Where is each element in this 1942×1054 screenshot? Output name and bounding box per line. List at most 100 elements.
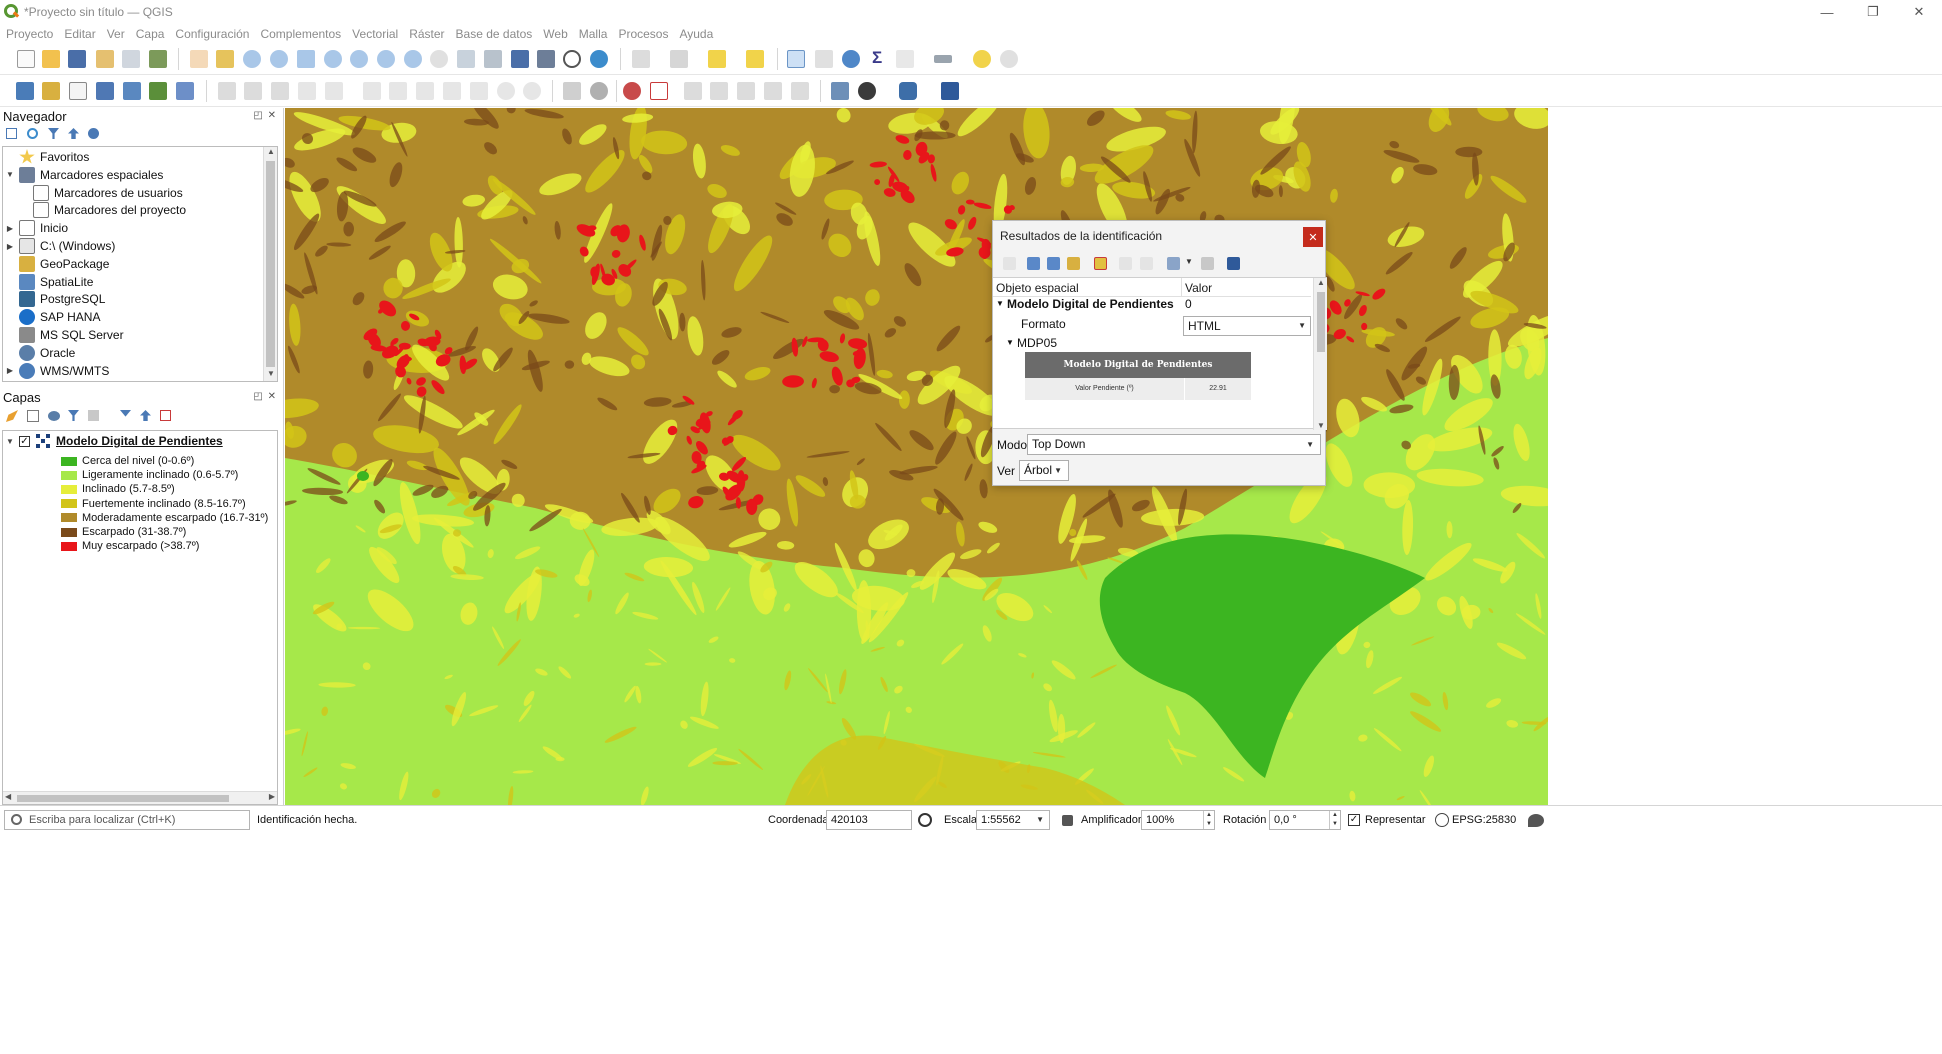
- sublayer-name[interactable]: MDP05: [1017, 336, 1057, 350]
- layout-manager-icon[interactable]: [122, 50, 140, 68]
- zoom-out-icon[interactable]: [270, 50, 288, 68]
- col-value-header[interactable]: Valor: [1185, 281, 1212, 295]
- select-location-icon[interactable]: [746, 50, 764, 68]
- expand-all-icon[interactable]: [120, 410, 131, 417]
- minimize-button[interactable]: —: [1804, 0, 1850, 24]
- tree-expander-icon[interactable]: ▶: [5, 366, 15, 375]
- add-group-icon[interactable]: [27, 410, 39, 422]
- save-project-icon[interactable]: [68, 50, 86, 68]
- legend-item[interactable]: Escarpado (31-38.7º): [61, 525, 186, 539]
- modify-attributes-icon[interactable]: [363, 82, 381, 100]
- refresh-icon[interactable]: [590, 50, 608, 68]
- measure-icon[interactable]: [934, 55, 952, 63]
- collapse-all-layers-icon[interactable]: [140, 410, 151, 421]
- scale-select[interactable]: 1:55562 ▼: [976, 810, 1050, 830]
- processing-toolbox-icon[interactable]: [842, 50, 860, 68]
- move-label-icon[interactable]: [737, 82, 755, 100]
- delete-selected-icon[interactable]: [389, 82, 407, 100]
- layer-visibility-checkbox[interactable]: ✓: [19, 435, 30, 447]
- properties-info-icon[interactable]: [88, 128, 99, 139]
- new-print-layout-icon[interactable]: [96, 50, 114, 68]
- identify-close-button[interactable]: ✕: [1303, 227, 1323, 247]
- open-styling-icon[interactable]: [6, 410, 18, 422]
- cut-features-icon[interactable]: [416, 82, 434, 100]
- navigator-item[interactable]: ▶ C:\ (Windows): [5, 237, 115, 255]
- style-manager-icon[interactable]: [149, 50, 167, 68]
- print-response-icon[interactable]: [1140, 257, 1153, 270]
- menu-proyecto[interactable]: Proyecto: [6, 27, 53, 41]
- show-bookmarks-icon[interactable]: [537, 50, 555, 68]
- zoom-to-selection-icon[interactable]: [324, 50, 342, 68]
- current-edits-icon[interactable]: [218, 82, 236, 100]
- navigator-item[interactable]: ▶ Inicio: [5, 219, 68, 237]
- identify-results-tree[interactable]: Objeto espacial Valor ▼ Modelo Digital d…: [993, 277, 1327, 430]
- pan-to-selection-icon[interactable]: [216, 50, 234, 68]
- messages-icon[interactable]: [1528, 814, 1544, 827]
- navigator-item[interactable]: ▼ Marcadores espaciales: [5, 166, 163, 184]
- navigator-item[interactable]: Marcadores de usuarios: [19, 184, 183, 202]
- menu-procesos[interactable]: Procesos: [618, 27, 668, 41]
- result-layer-name[interactable]: Modelo Digital de Pendientes: [1007, 297, 1174, 311]
- identify-scrollbar[interactable]: ▲ ▼: [1313, 278, 1327, 430]
- rotation-spin-icon[interactable]: ▲ ▼: [1329, 811, 1340, 829]
- layers-hscrollbar[interactable]: ◀ ▶: [3, 791, 277, 804]
- paste-features-icon[interactable]: [470, 82, 488, 100]
- save-edits-icon[interactable]: [271, 82, 289, 100]
- copy-features-icon[interactable]: [443, 82, 461, 100]
- magnifier-spin-icon[interactable]: ▲ ▼: [1203, 811, 1214, 829]
- new-geopackage-icon[interactable]: [42, 82, 60, 100]
- vertex-tool-icon[interactable]: [325, 82, 343, 100]
- pan-map-icon[interactable]: [190, 50, 208, 68]
- tree-expander-icon[interactable]: ▶: [5, 224, 15, 233]
- layers-panel-controls[interactable]: ◰ ✕: [253, 391, 277, 402]
- refresh-navigator-icon[interactable]: [27, 128, 38, 139]
- toggle-editing-icon[interactable]: [244, 82, 262, 100]
- map-canvas[interactable]: [285, 108, 1548, 805]
- coordinate-field[interactable]: 420103 4516200: [826, 810, 912, 844]
- menu-base-de-datos[interactable]: Base de datos: [456, 27, 533, 41]
- navigator-item[interactable]: Favoritos: [5, 148, 89, 166]
- add-spatialite-icon[interactable]: [123, 82, 141, 100]
- render-checkbox[interactable]: ✓: [1348, 814, 1360, 826]
- help-icon[interactable]: [941, 82, 959, 100]
- layer-name[interactable]: Modelo Digital de Pendientes: [56, 434, 223, 448]
- open-project-icon[interactable]: [42, 50, 60, 68]
- navigator-item[interactable]: Marcadores del proyecto: [19, 201, 186, 219]
- menu-vectorial[interactable]: Vectorial: [352, 27, 398, 41]
- add-delimited-text-icon[interactable]: [96, 82, 114, 100]
- python-console-icon[interactable]: [899, 82, 917, 100]
- open-form-icon[interactable]: [1003, 257, 1016, 270]
- crs-button[interactable]: EPSG:25830: [1452, 814, 1516, 826]
- new-bookmark-icon[interactable]: [511, 50, 529, 68]
- menu-complementos[interactable]: Complementos: [260, 27, 341, 41]
- identify-settings-icon[interactable]: [1201, 257, 1214, 270]
- shape-digitizing-icon[interactable]: [590, 82, 608, 100]
- undo-icon[interactable]: [497, 82, 515, 100]
- select-by-value-icon[interactable]: [670, 50, 688, 68]
- menu-raster[interactable]: Ráster: [409, 27, 444, 41]
- manage-map-themes-icon[interactable]: [48, 411, 60, 421]
- change-label-icon[interactable]: [791, 82, 809, 100]
- new-map-view-icon[interactable]: [457, 50, 475, 68]
- rotate-label-icon[interactable]: [764, 82, 782, 100]
- deselect-features-icon[interactable]: [708, 50, 726, 68]
- menu-capa[interactable]: Capa: [136, 27, 165, 41]
- view-select[interactable]: Árbol ▼: [1019, 460, 1069, 481]
- statistics-icon[interactable]: Σ: [869, 48, 887, 68]
- copy-feature-icon[interactable]: [1119, 257, 1132, 270]
- attribute-table-icon[interactable]: [815, 50, 833, 68]
- legend-item[interactable]: Moderadamente escarpado (16.7-31º): [61, 511, 268, 525]
- filter-navigator-icon[interactable]: [48, 128, 59, 139]
- identify-features-icon[interactable]: [787, 50, 805, 68]
- pin-labels-icon[interactable]: [684, 82, 702, 100]
- zoom-next-icon[interactable]: [430, 50, 448, 68]
- legend-item[interactable]: Muy escarpado (>38.7º): [61, 539, 199, 553]
- zoom-full-icon[interactable]: [297, 50, 315, 68]
- expand-new-results-icon[interactable]: [1067, 257, 1080, 270]
- temporal-controller-icon[interactable]: [563, 50, 581, 68]
- legend-item[interactable]: Inclinado (5.7-8.5º): [61, 482, 175, 496]
- navigator-item[interactable]: GeoPackage: [5, 255, 109, 273]
- menu-editar[interactable]: Editar: [64, 27, 95, 41]
- tree-expander-icon[interactable]: ▼: [5, 170, 15, 179]
- add-raster-layer-icon[interactable]: [149, 82, 167, 100]
